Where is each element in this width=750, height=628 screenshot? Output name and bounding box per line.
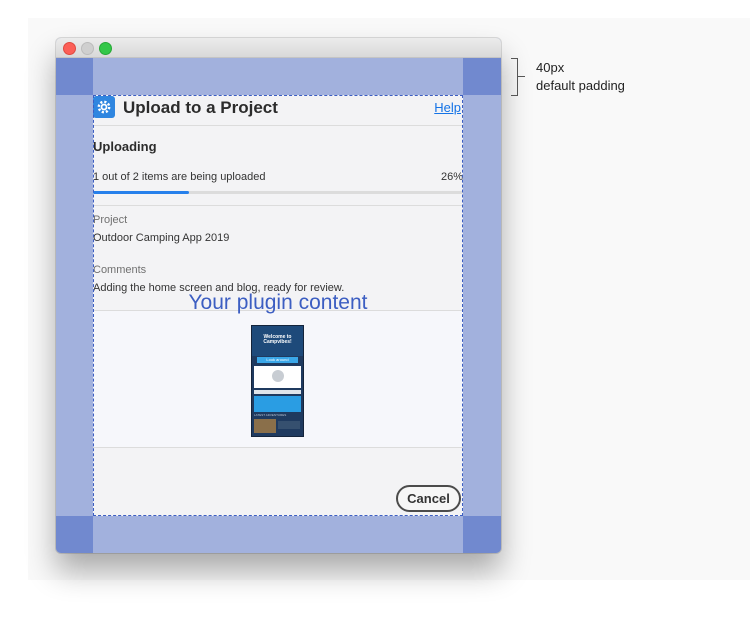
progress-bar-fill xyxy=(93,191,190,194)
preview-photo xyxy=(254,419,276,433)
project-label: Project xyxy=(93,214,128,226)
progress-divider xyxy=(93,205,463,206)
padding-corner-top-right xyxy=(463,58,501,95)
footer-divider xyxy=(93,447,463,448)
app-preview-thumbnail: Welcome to Campvibes! Look around LATEST… xyxy=(251,325,304,437)
padding-left xyxy=(56,58,93,553)
preview-section-label: LATEST ADVENTURES xyxy=(254,413,287,417)
comments-label: Comments xyxy=(93,264,147,276)
project-value: Outdoor Camping App 2019 xyxy=(93,232,230,244)
help-link[interactable]: Help xyxy=(434,100,461,115)
padding-bottom xyxy=(56,516,501,553)
close-window-button[interactable] xyxy=(63,42,76,55)
preview-button: Look around xyxy=(257,357,298,363)
padding-bracket-tick xyxy=(517,76,525,77)
dialog-title: Upload to a Project xyxy=(123,98,278,117)
padding-corner-top-left xyxy=(56,58,93,95)
preview-card xyxy=(254,366,301,388)
progress-bar xyxy=(93,191,463,194)
progress-percent: 26% xyxy=(440,171,463,183)
dialog-content: Upload to a Project Help Uploading 1 out… xyxy=(93,95,463,516)
upload-status-text: 1 out of 2 items are being uploaded xyxy=(93,171,266,183)
maximize-window-button[interactable] xyxy=(99,42,112,55)
padding-description-annotation: default padding xyxy=(536,78,625,93)
padding-corner-bottom-left xyxy=(56,516,93,553)
padding-corner-bottom-right xyxy=(463,516,501,553)
padding-size-annotation: 40px xyxy=(536,60,565,75)
header-divider xyxy=(93,125,463,126)
plugin-content-label: Your plugin content xyxy=(188,291,368,314)
window-titlebar xyxy=(56,38,501,58)
plugin-dialog-window: Upload to a Project Help Uploading 1 out… xyxy=(56,38,501,553)
cancel-button[interactable]: Cancel xyxy=(396,485,461,512)
padding-right xyxy=(463,58,501,553)
gear-icon xyxy=(93,96,115,118)
padding-bracket xyxy=(511,58,518,96)
minimize-window-button[interactable] xyxy=(81,42,94,55)
padding-top xyxy=(56,58,501,95)
preview-avatar xyxy=(272,370,284,382)
preview-icon-row xyxy=(254,390,301,394)
section-title: Uploading xyxy=(93,139,157,154)
preview-chart xyxy=(254,396,301,412)
preview-app-title: Welcome to Campvibes! xyxy=(263,334,292,345)
preview-text-block xyxy=(278,421,300,429)
